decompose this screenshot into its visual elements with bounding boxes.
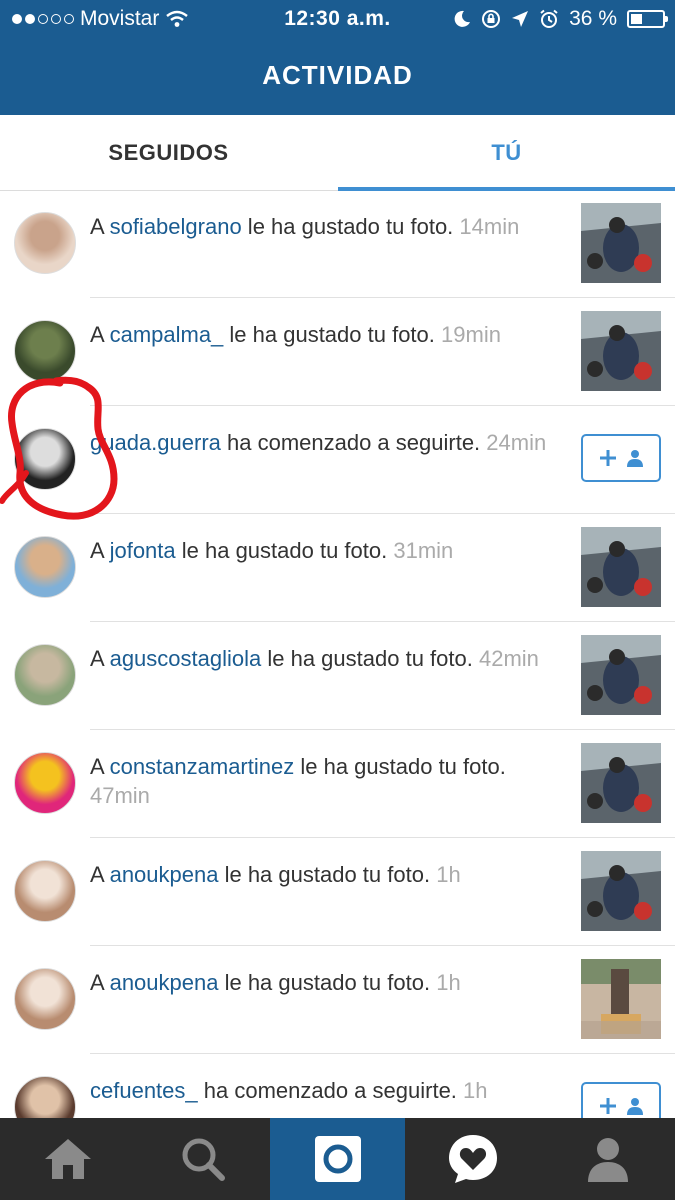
username-link[interactable]: aguscostagliola: [110, 646, 262, 671]
follow-button[interactable]: [581, 1082, 661, 1118]
person-icon: [627, 450, 643, 467]
nav-home[interactable]: [0, 1118, 135, 1200]
post-thumbnail[interactable]: [581, 851, 661, 931]
activity-text: A anoukpena le ha gustado tu foto. 1h: [90, 968, 560, 997]
nav-activity[interactable]: [405, 1118, 540, 1200]
page-title: ACTIVIDAD: [262, 60, 413, 90]
activity-prefix: A: [90, 538, 110, 563]
activity-action: le ha gustado tu foto.: [218, 862, 431, 887]
activity-list: A sofiabelgrano le ha gustado tu foto. 1…: [0, 190, 675, 1118]
activity-prefix: A: [90, 214, 110, 239]
battery-icon: [627, 10, 668, 28]
user-avatar[interactable]: [14, 860, 76, 922]
activity-row[interactable]: A anoukpena le ha gustado tu foto. 1h: [0, 946, 675, 1054]
activity-action: ha comenzado a seguirte.: [220, 430, 481, 455]
activity-action: le ha gustado tu foto.: [241, 214, 454, 239]
activity-text: A campalma_ le ha gustado tu foto. 19min: [90, 320, 560, 349]
activity-action: le ha gustado tu foto.: [175, 538, 388, 563]
activity-row[interactable]: A anoukpena le ha gustado tu foto. 1h: [0, 838, 675, 946]
username-link[interactable]: guada.guerra: [90, 430, 221, 455]
user-avatar[interactable]: [14, 644, 76, 706]
activity-time: 14min: [459, 214, 520, 239]
activity-action: le ha gustado tu foto.: [223, 322, 435, 347]
battery-percent: 36 %: [569, 7, 617, 30]
activity-row[interactable]: A aguscostagliola le ha gustado tu foto.…: [0, 622, 675, 730]
user-avatar[interactable]: [14, 320, 76, 382]
activity-time: 42min: [478, 646, 539, 671]
activity-text: cefuentes_ ha comenzado a seguirte. 1h: [90, 1076, 560, 1105]
activity-tabs: SEGUIDOS TÚ: [0, 115, 675, 191]
activity-action: le ha gustado tu foto.: [294, 754, 506, 779]
profile-icon: [587, 1138, 628, 1182]
activity-row[interactable]: A jofonta le ha gustado tu foto. 31min: [0, 514, 675, 622]
post-thumbnail[interactable]: [581, 635, 661, 715]
person-icon: [627, 1098, 643, 1115]
nav-camera[interactable]: [270, 1118, 405, 1200]
status-bar: Movistar 12:30 a.m. 36 %: [0, 0, 675, 38]
username-link[interactable]: cefuentes_: [90, 1078, 198, 1103]
user-avatar[interactable]: [14, 536, 76, 598]
username-link[interactable]: constanzamartinez: [110, 754, 295, 779]
post-thumbnail[interactable]: [581, 959, 661, 1039]
username-link[interactable]: anoukpena: [110, 862, 219, 887]
activity-heart-icon: [448, 1135, 497, 1183]
search-icon: [182, 1138, 225, 1181]
activity-row[interactable]: A campalma_ le ha gustado tu foto. 19min: [0, 298, 675, 406]
activity-prefix: A: [90, 646, 110, 671]
username-link[interactable]: sofiabelgrano: [110, 214, 242, 239]
rotation-lock-icon: [482, 10, 501, 28]
activity-action: le ha gustado tu foto.: [218, 970, 431, 995]
activity-row[interactable]: cefuentes_ ha comenzado a seguirte. 1h: [0, 1054, 675, 1118]
username-link[interactable]: campalma_: [110, 322, 224, 347]
home-icon: [44, 1139, 91, 1179]
activity-action: le ha gustado tu foto.: [261, 646, 473, 671]
activity-time: 24min: [486, 430, 547, 455]
post-thumbnail[interactable]: [581, 743, 661, 823]
bottom-nav: [0, 1118, 675, 1200]
nav-search[interactable]: [135, 1118, 270, 1200]
activity-prefix: A: [90, 322, 110, 347]
post-thumbnail[interactable]: [581, 203, 661, 283]
activity-text: A sofiabelgrano le ha gustado tu foto. 1…: [90, 212, 560, 241]
activity-prefix: A: [90, 862, 110, 887]
location-icon: [512, 11, 529, 27]
user-avatar[interactable]: [14, 212, 76, 274]
activity-time: 19min: [441, 322, 501, 347]
activity-time: 31min: [393, 538, 454, 563]
follow-button[interactable]: [581, 434, 661, 482]
activity-text: A anoukpena le ha gustado tu foto. 1h: [90, 860, 560, 889]
activity-text: A jofonta le ha gustado tu foto. 31min: [90, 536, 560, 565]
post-thumbnail[interactable]: [581, 311, 661, 391]
tab-tu-label: TÚ: [491, 140, 522, 165]
activity-row[interactable]: guada.guerra ha comenzado a seguirte. 24…: [0, 406, 675, 514]
activity-time: 1h: [463, 1078, 488, 1103]
activity-time: 1h: [436, 862, 461, 887]
user-avatar[interactable]: [14, 968, 76, 1030]
moon-icon: [454, 10, 471, 27]
user-avatar[interactable]: [14, 752, 76, 814]
user-avatar[interactable]: [14, 1076, 76, 1118]
user-avatar[interactable]: [14, 428, 76, 490]
activity-time: 1h: [436, 970, 461, 995]
activity-prefix: A: [90, 970, 110, 995]
activity-row[interactable]: A constanzamartinez le ha gustado tu fot…: [0, 730, 675, 838]
activity-time: 47min: [90, 783, 150, 808]
username-link[interactable]: anoukpena: [110, 970, 219, 995]
nav-profile[interactable]: [540, 1118, 675, 1200]
activity-row[interactable]: A sofiabelgrano le ha gustado tu foto. 1…: [0, 190, 675, 298]
top-bar: Movistar 12:30 a.m. 36 % ACTIVIDAD: [0, 0, 675, 115]
plus-icon: [600, 1098, 616, 1114]
activity-prefix: A: [90, 754, 110, 779]
activity-text: A constanzamartinez le ha gustado tu fot…: [90, 752, 560, 810]
username-link[interactable]: jofonta: [110, 538, 176, 563]
activity-action: ha comenzado a seguirte.: [197, 1078, 457, 1103]
activity-text: A aguscostagliola le ha gustado tu foto.…: [90, 644, 560, 673]
plus-icon: [600, 450, 616, 466]
camera-icon: [314, 1136, 361, 1182]
alarm-icon: [540, 9, 558, 28]
tab-tu[interactable]: TÚ: [338, 115, 675, 191]
activity-text: guada.guerra ha comenzado a seguirte. 24…: [90, 428, 560, 457]
post-thumbnail[interactable]: [581, 527, 661, 607]
tab-seguidos[interactable]: SEGUIDOS: [0, 115, 337, 190]
